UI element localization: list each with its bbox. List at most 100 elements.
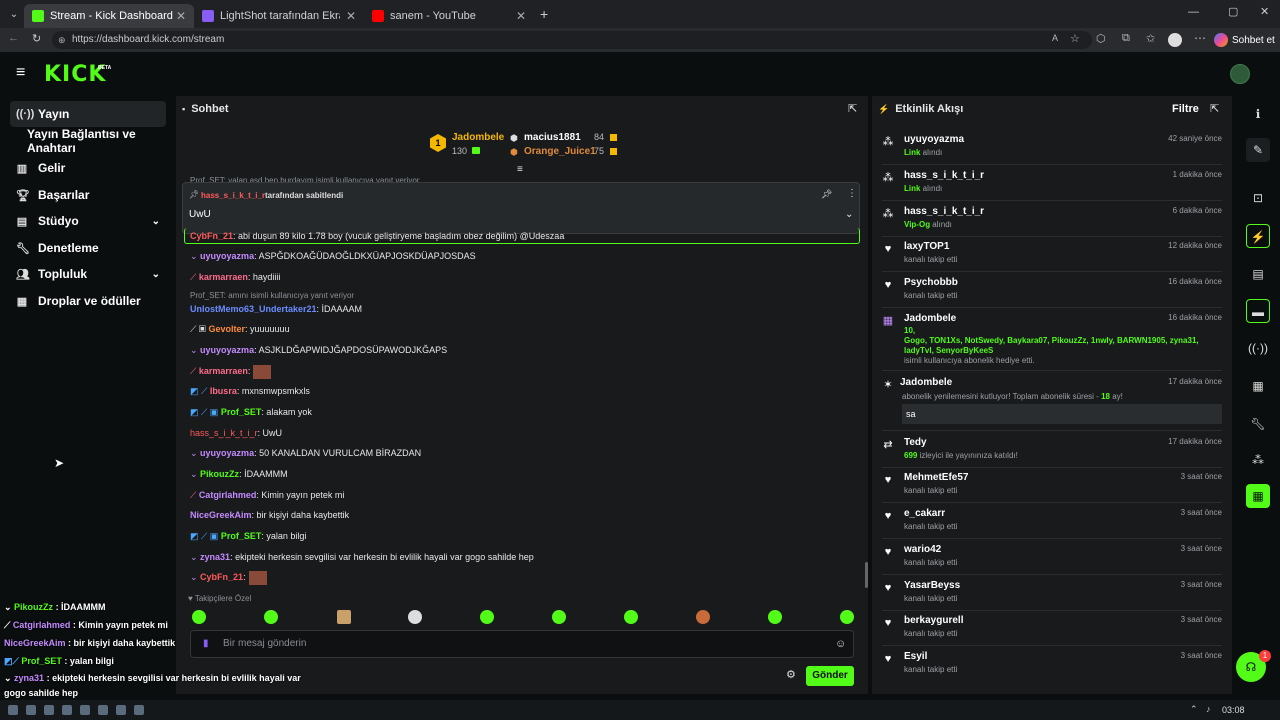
close-tab-icon[interactable]: ✕ [516,9,526,23]
emote-button[interactable] [480,610,494,624]
chat-message[interactable]: NiceGreekAim: bir kişiyi daha kaybettik [190,508,349,522]
tab-lightshot[interactable]: LightShot tarafından Ekran Görüntü ✕ [194,4,364,28]
activity-item[interactable]: ♥ e_cakarr 3 saat önce kanalı takip etti [882,508,1222,539]
user-avatar[interactable] [1230,64,1250,84]
clips-icon[interactable]: ▦ [1246,484,1270,508]
chat-settings-icon[interactable]: ⚙ [786,668,796,681]
back-icon[interactable]: ← [8,32,19,44]
notes-icon[interactable]: ▤ [1246,262,1270,286]
pinned-author[interactable]: hass_s_i_k_t_i_r [201,191,265,200]
activity-item[interactable]: ♥ laxyTOP1 12 dakika önce kanalı takip et… [882,241,1222,272]
activity-item[interactable]: ♥ YasarBeyss 3 saat önce kanalı takip ett… [882,580,1222,611]
activity-item[interactable]: ⇄ Tedy 17 dakika önce 699 izleyici ile ya… [882,437,1222,468]
emote-button[interactable] [337,610,351,624]
url-field[interactable]: ⊕ https://dashboard.kick.com/stream [52,31,1092,49]
volume-icon[interactable]: ♪ [1206,704,1211,714]
activity-item[interactable]: ♥ wario42 3 saat önce kanalı takip etti [882,544,1222,575]
minimize-icon[interactable]: — [1188,6,1199,18]
sidebar-item-droplar[interactable]: ▦ Droplar ve ödüller [10,288,166,314]
emote-button[interactable] [696,610,710,624]
taskbar-app-icon[interactable] [134,705,144,715]
sidebar-item-basarilar[interactable]: 🏆︎ Başarılar [10,182,166,208]
close-tab-icon[interactable]: ✕ [176,9,186,23]
tab-kick-dashboard[interactable]: Stream - Kick Dashboard ✕ [24,4,194,28]
taskbar-app-icon[interactable] [8,705,18,715]
tab-youtube[interactable]: sanem - YouTube ✕ [364,4,534,28]
taskbar-app-icon[interactable] [62,705,72,715]
sidebar-item-yayin[interactable]: ((·)) Yayın [10,101,166,127]
read-aloud-icon[interactable]: A [1052,33,1058,43]
split-screen-icon[interactable]: ⧉ [1122,32,1130,45]
site-info-icon[interactable]: ⊕ [58,31,66,49]
chat-message[interactable]: ◩ ⟋ ▣ Prof_SET: alakam yok [190,405,312,419]
chat-message[interactable]: hass_s_i_k_t_i_r: UwU [190,426,282,440]
chat-scrollbar[interactable] [865,562,868,588]
chat-message[interactable]: ⟋ karmarraen: [190,364,272,379]
sidebar-item-studyo[interactable]: ▤ Stüdyo ⌄ [10,208,166,234]
sidebar-item-topluluk[interactable]: 👥︎ Topluluk ⌄ [10,261,166,287]
pinned-more-icon[interactable]: ⋮ [847,188,857,199]
chevron-down-icon[interactable]: ⌄ [845,209,853,220]
more-menu-icon[interactable]: ⋯ [1194,31,1206,45]
activity-item[interactable]: ⁂ uyuyoyazma 42 saniye önce Link alındı [882,134,1222,165]
chat-message[interactable]: ⌄ uyuyoyazma: ASJKLDĞAPWIDJĞAPDOSÜPAWODJ… [190,343,447,357]
chat-message[interactable]: ◩ ⟋ ▣ Prof_SET: yalan bilgi [190,529,306,543]
expand-leaderboard-icon[interactable]: ≡ [517,164,523,175]
emote-button[interactable] [840,610,854,624]
popout-chat-icon[interactable]: ⇱ [848,102,857,115]
chat-message[interactable]: ⌄ CybFn_21: [190,570,267,585]
edit-icon[interactable]: ✎ [1246,138,1270,162]
chat-message[interactable]: ◩ ⟋ Ibusra: mxnsmwpsmkxls [190,384,310,398]
profile-avatar[interactable] [1168,33,1182,47]
activity-item[interactable]: ✶ Jadombele 17 dakika önce abonelik yenil… [882,377,1222,431]
broadcast-toggle-icon[interactable]: ((·)) [1246,336,1270,360]
screen-capture-icon[interactable]: ⊡ [1246,186,1270,210]
taskbar-app-icon[interactable] [116,705,126,715]
activity-item[interactable]: ⁂ hass_s_i_k_t_i_r 6 dakika önce Vip-Og a… [882,206,1222,237]
tab-list-icon[interactable]: ⌄ [4,9,24,20]
reload-icon[interactable]: ↻ [32,32,41,45]
activity-item[interactable]: ▦ Jadombele 16 dakika önce 10, Gogo, TON1… [882,313,1222,371]
close-window-icon[interactable]: ✕ [1260,5,1269,18]
quick-actions-icon[interactable]: ⚡ [1246,224,1270,248]
drops-icon[interactable]: ⁂ [1246,448,1270,472]
chat-message[interactable]: ⌄ zyna31: ekipteki herkesin sevgilisi va… [190,550,534,564]
favorites-icon[interactable]: ✩ [1146,32,1155,45]
chat-message[interactable]: ⌄ uyuyoyazma: 50 KANALDAN VURULCAM BİRAZ… [190,446,421,460]
activity-item[interactable]: ♥ MehmetEfe57 3 saat önce kanalı takip et… [882,472,1222,503]
emote-button[interactable] [408,610,422,624]
activity-item[interactable]: ⁂ hass_s_i_k_t_i_r 1 dakika önce Link alı… [882,170,1222,201]
info-icon[interactable]: ℹ [1246,102,1270,126]
emoji-picker-icon[interactable]: ☺ [835,631,846,657]
new-tab-icon[interactable]: + [540,6,548,22]
taskbar-clock[interactable]: 03:08 [1222,705,1245,715]
favorite-star-icon[interactable]: ☆ [1070,32,1080,45]
popout-activity-icon[interactable]: ⇱ [1210,102,1219,115]
activity-item[interactable]: ♥ berkaygurell 3 saat önce kanalı takip e… [882,615,1222,646]
activity-item[interactable]: ♥ Psychobbb 16 dakika önce kanalı takip e… [882,277,1222,308]
taskbar-app-icon[interactable] [44,705,54,715]
taskbar-app-icon[interactable] [98,705,108,715]
unpin-icon[interactable]: 📌︎ [821,189,832,200]
filter-button[interactable]: Filtre [1172,103,1199,115]
chat-message[interactable]: CybFn_21: abi duşun 89 kilo 1.78 boy (vu… [190,229,564,243]
chat-message[interactable]: ⌄ uyuyoyazma: ASPĞDKOAĞÜDAOĞLDKXÜAPJOSKD… [190,249,476,263]
chat-message[interactable]: ⟋ karmarraen: haydiiii [190,270,280,284]
extensions-icon[interactable]: ⬡ [1096,32,1106,45]
emote-button[interactable] [768,610,782,624]
chat-message[interactable]: ⌄ PikouzZz: İDAAMMM [190,467,288,481]
sidebar-item-gelir[interactable]: ▥ Gelir [10,155,166,181]
emote-button[interactable] [624,610,638,624]
mod-tools-icon[interactable]: 🔧︎ [1246,412,1270,436]
chat-message[interactable]: UnlostMemo63_Undertaker21: İDAAAAM [190,302,362,316]
activity-item[interactable]: ♥ Esyil 3 saat önce kanalı takip etti [882,651,1222,681]
chat-message[interactable]: ⟋ Catgirlahmed: Kimin yayın petek mi [190,488,344,502]
chat-toggle-icon[interactable]: ▬ [1246,299,1270,323]
chat-message[interactable]: ⟋ ▣ Gevolter: yuuuuuuu [190,322,290,336]
tray-chevron-icon[interactable]: ⌃ [1190,704,1198,715]
hamburger-menu-icon[interactable]: ≡ [16,64,25,82]
copilot-button[interactable]: Sohbet et [1214,33,1275,47]
layout-icon[interactable]: ▦ [1246,374,1270,398]
taskbar-app-icon[interactable] [26,705,36,715]
emote-button[interactable] [552,610,566,624]
